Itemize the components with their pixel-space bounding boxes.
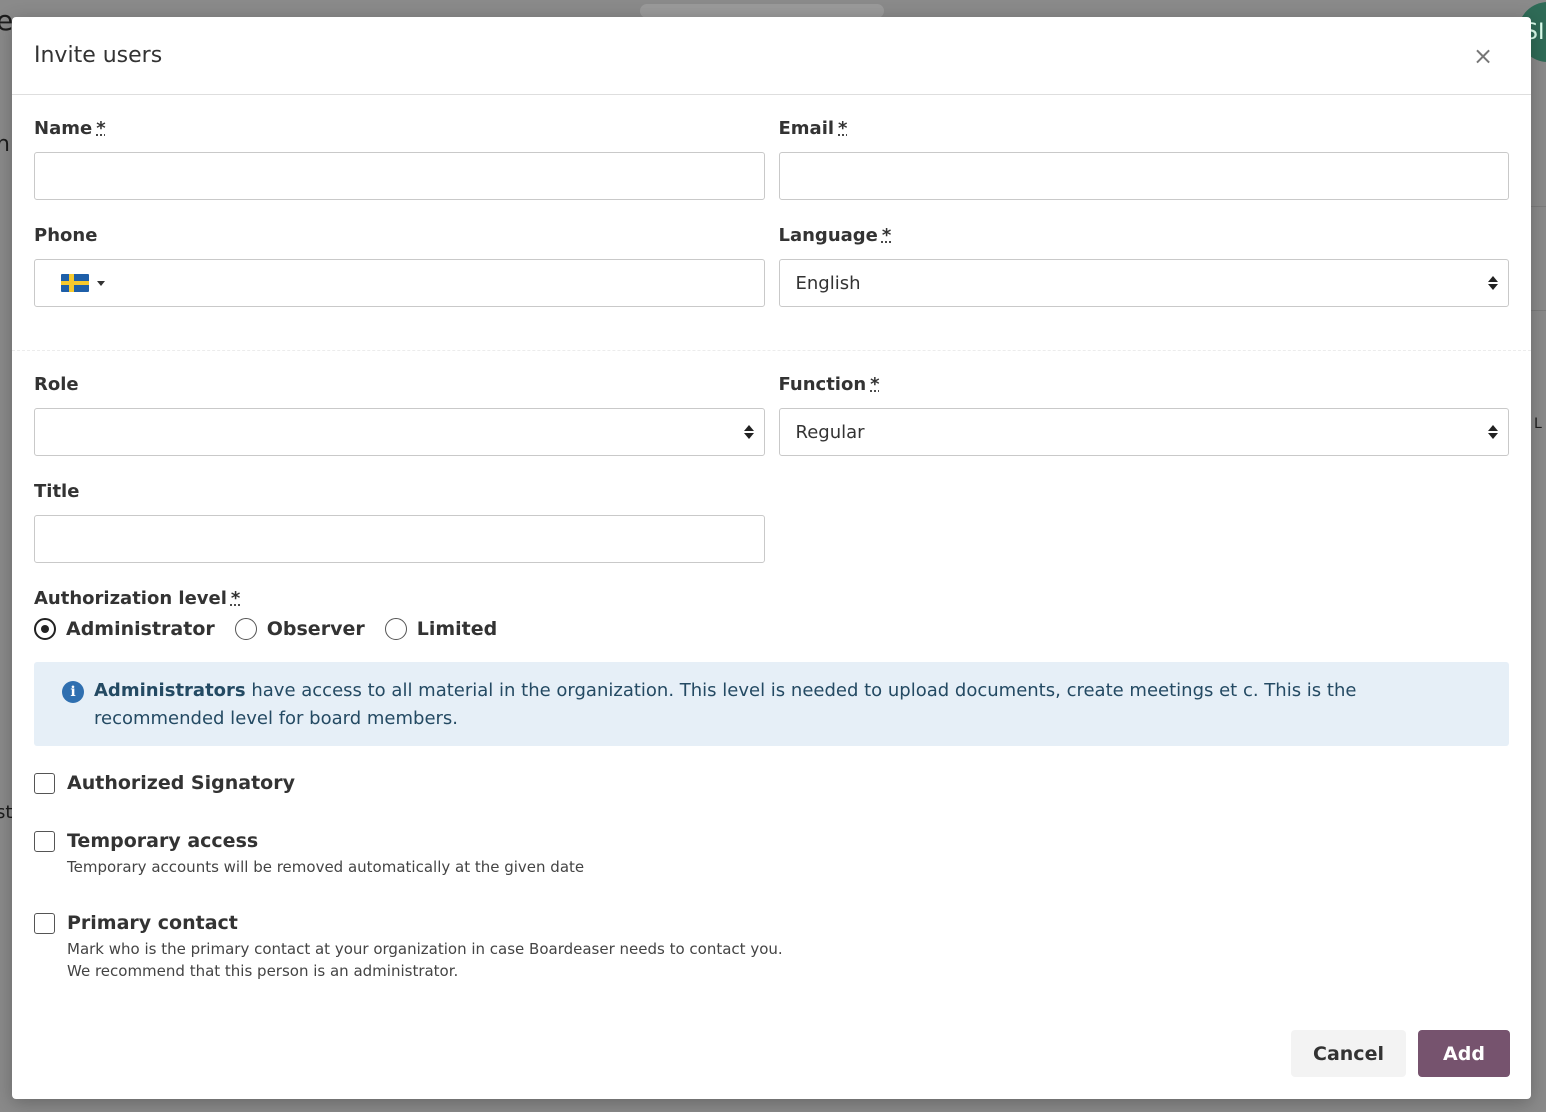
authorization-info-box: i Administrators have access to all mate…: [34, 662, 1509, 746]
function-value: Regular: [795, 421, 865, 443]
temporary-help: Temporary accounts will be removed autom…: [67, 858, 585, 876]
background-search-bar: [640, 4, 884, 18]
function-select[interactable]: Regular: [778, 408, 1509, 456]
invite-users-modal: Invite users × Name * Email * Phone Lang…: [12, 17, 1531, 1099]
role-select[interactable]: [34, 408, 765, 456]
close-icon[interactable]: ×: [1469, 42, 1497, 70]
name-input[interactable]: [34, 152, 765, 200]
temporary-label: Temporary access: [67, 830, 259, 852]
language-select[interactable]: English: [778, 259, 1509, 307]
background-divider: [1531, 310, 1546, 311]
language-value: English: [795, 272, 861, 294]
background-text-fragment-2: st: [0, 802, 13, 823]
radio-unchecked-icon[interactable]: [384, 618, 407, 640]
signatory-checkbox[interactable]: [34, 773, 55, 794]
caret-down-icon: [97, 280, 105, 286]
background-text-fragment: n: [0, 132, 10, 157]
title-label: Title: [34, 481, 80, 502]
country-code-selector[interactable]: [51, 274, 105, 292]
section-divider: [12, 350, 1531, 351]
email-label: Email *: [778, 118, 848, 139]
info-strong-text: Administrators: [94, 680, 246, 701]
select-arrows-icon: [1488, 276, 1498, 290]
name-label: Name *: [34, 118, 106, 139]
select-arrows-icon: [1488, 425, 1498, 439]
background-text-fragment-3: L: [1534, 416, 1542, 432]
radio-unchecked-icon[interactable]: [234, 618, 257, 640]
info-icon: i: [62, 681, 84, 703]
radio-observer[interactable]: Observer: [234, 618, 365, 640]
background-divider: [1531, 206, 1546, 207]
add-button[interactable]: Add: [1418, 1030, 1510, 1077]
authorization-radio-group: Administrator Observer Limited: [34, 618, 1509, 640]
signatory-label: Authorized Signatory: [67, 772, 295, 794]
radio-administrator[interactable]: Administrator: [34, 618, 215, 640]
primary-help: Mark who is the primary contact at your …: [67, 940, 783, 980]
select-arrows-icon: [743, 425, 754, 439]
invite-form: Name * Email * Phone Language * English …: [12, 118, 1531, 982]
temporary-checkbox-item[interactable]: Temporary access Temporary accounts will…: [34, 830, 1509, 878]
primary-checkbox-item[interactable]: Primary contact Mark who is the primary …: [34, 912, 1509, 982]
info-text: have access to all material in the organ…: [94, 680, 1357, 729]
function-label: Function *: [778, 374, 880, 395]
phone-label: Phone: [34, 225, 98, 246]
email-input[interactable]: [778, 152, 1509, 200]
modal-header: Invite users ×: [12, 17, 1531, 95]
modal-footer: Cancel Add: [1291, 1030, 1510, 1077]
signatory-checkbox-item[interactable]: Authorized Signatory: [34, 772, 1509, 794]
radio-limited[interactable]: Limited: [384, 618, 497, 640]
language-label: Language *: [778, 225, 892, 246]
title-input[interactable]: [34, 515, 765, 563]
sweden-flag-icon: [61, 274, 89, 292]
role-label: Role: [34, 374, 79, 395]
radio-checked-icon[interactable]: [34, 618, 56, 640]
cancel-button[interactable]: Cancel: [1291, 1030, 1406, 1077]
authorization-label: Authorization level *: [34, 588, 241, 609]
phone-input[interactable]: [34, 259, 765, 307]
primary-label: Primary contact: [67, 912, 238, 934]
temporary-checkbox[interactable]: [34, 831, 55, 852]
primary-checkbox[interactable]: [34, 913, 55, 934]
modal-title: Invite users: [34, 43, 163, 68]
